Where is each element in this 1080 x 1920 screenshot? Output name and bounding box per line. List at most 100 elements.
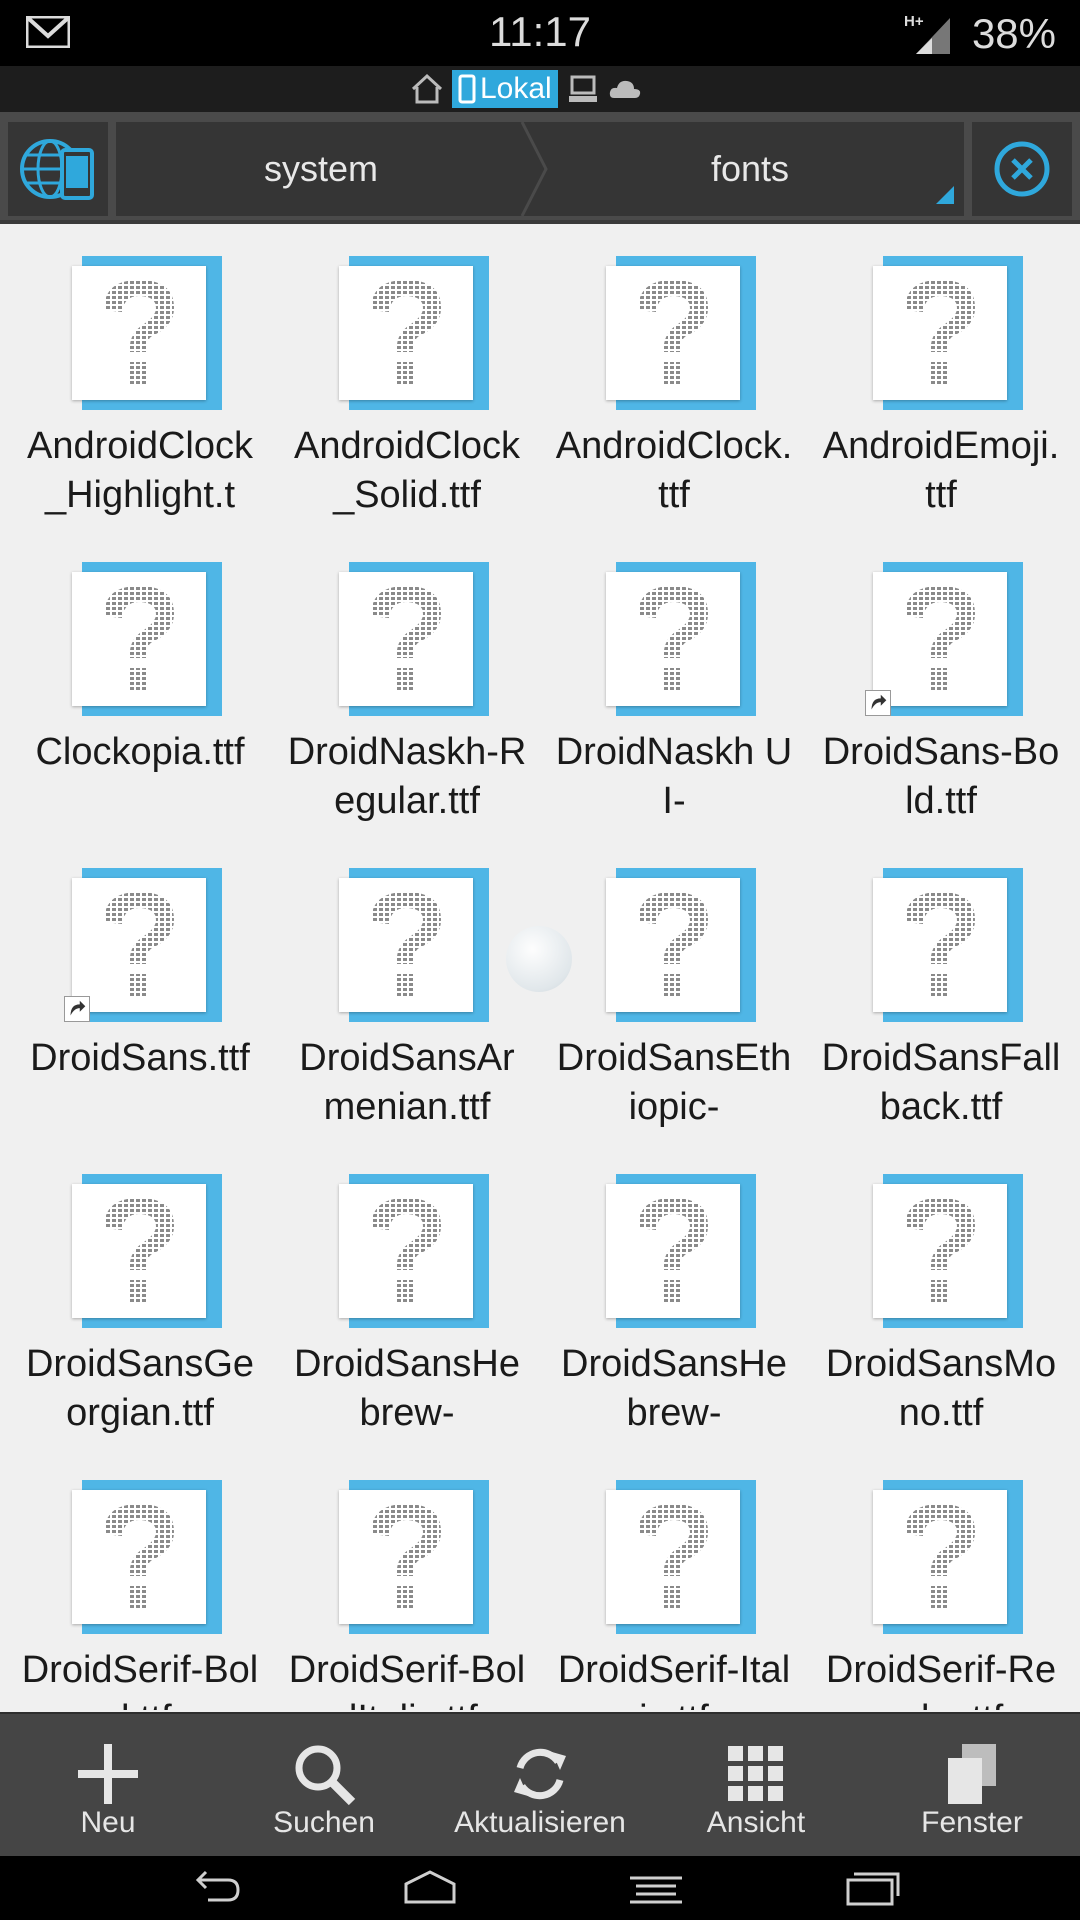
breadcrumb-system[interactable]: system bbox=[116, 122, 526, 216]
home-icon[interactable] bbox=[410, 72, 444, 106]
file-icon bbox=[606, 1480, 756, 1634]
file-item[interactable]: DroidNaskh UI- bbox=[540, 536, 807, 842]
file-item[interactable]: DroidSansHebrew- bbox=[273, 1148, 540, 1454]
grid-view-icon bbox=[728, 1746, 783, 1801]
file-icon-page bbox=[873, 1184, 1007, 1318]
question-mark-icon bbox=[905, 1198, 975, 1302]
file-name: DroidSansGeorgian.ttf bbox=[25, 1343, 255, 1434]
file-name: DroidSansFallback.ttf bbox=[821, 1037, 1061, 1128]
file-icon-page bbox=[873, 266, 1007, 400]
network-computer-icon[interactable] bbox=[566, 72, 600, 106]
recent-apps-icon[interactable] bbox=[842, 1866, 902, 1910]
file-name: DroidSans-Bold.ttf bbox=[822, 731, 1060, 822]
location-bar: Lokal bbox=[0, 66, 1080, 112]
question-mark-icon bbox=[104, 1198, 174, 1302]
file-name: DroidSans.ttf bbox=[30, 1037, 250, 1079]
file-icon bbox=[72, 562, 222, 716]
cloud-icon[interactable] bbox=[608, 72, 642, 106]
file-name: DroidSansEthiopic- bbox=[556, 1037, 792, 1128]
home-nav-icon[interactable] bbox=[400, 1866, 460, 1910]
file-icon bbox=[873, 562, 1023, 716]
scroll-indicator[interactable] bbox=[506, 926, 572, 992]
question-mark-icon bbox=[371, 1198, 441, 1302]
file-item[interactable]: DroidSans.ttf bbox=[6, 842, 273, 1148]
file-icon-page bbox=[339, 1490, 473, 1624]
file-item[interactable]: DroidNaskh-Regular.ttf bbox=[273, 536, 540, 842]
file-item[interactable]: DroidSans-Bold.ttf bbox=[807, 536, 1074, 842]
file-icon-page bbox=[606, 572, 740, 706]
file-icon-page bbox=[606, 1490, 740, 1624]
file-icon bbox=[72, 868, 222, 1022]
search-button[interactable]: Suchen bbox=[216, 1714, 432, 1858]
file-item[interactable]: DroidSerif-Regular.ttf bbox=[807, 1454, 1074, 1710]
globe-phone-icon bbox=[20, 139, 94, 200]
file-item[interactable]: DroidSerif-Italic.ttf bbox=[540, 1454, 807, 1710]
file-icon bbox=[339, 562, 489, 716]
file-item[interactable]: AndroidEmoji.ttf bbox=[807, 230, 1074, 536]
file-item[interactable]: DroidSerif-Bold.ttf bbox=[6, 1454, 273, 1710]
file-name: AndroidClock_Solid.ttf bbox=[294, 425, 520, 516]
file-icon-page bbox=[606, 1184, 740, 1318]
status-bar: 11:17 H+ 38% bbox=[0, 0, 1080, 66]
question-mark-icon bbox=[905, 280, 975, 384]
close-icon bbox=[994, 141, 1050, 197]
file-icon-page bbox=[873, 1490, 1007, 1624]
menu-icon[interactable] bbox=[626, 1866, 686, 1910]
file-name: DroidSansMono.ttf bbox=[825, 1343, 1057, 1434]
file-icon-page bbox=[339, 1184, 473, 1318]
file-icon bbox=[339, 1480, 489, 1634]
file-item[interactable]: DroidSansArmenian.ttf bbox=[273, 842, 540, 1148]
file-icon bbox=[873, 256, 1023, 410]
view-button[interactable]: Ansicht bbox=[648, 1714, 864, 1858]
question-mark-icon bbox=[905, 892, 975, 996]
question-mark-icon bbox=[905, 1504, 975, 1608]
file-item[interactable]: DroidSerif-BoldItalic.ttf bbox=[273, 1454, 540, 1710]
file-icon-page bbox=[339, 572, 473, 706]
file-item[interactable]: AndroidClock.ttf bbox=[540, 230, 807, 536]
windows-icon bbox=[948, 1744, 996, 1804]
question-mark-icon bbox=[638, 892, 708, 996]
question-mark-icon bbox=[638, 1504, 708, 1608]
new-button[interactable]: Neu bbox=[0, 1714, 216, 1858]
phone-icon bbox=[458, 74, 476, 104]
back-icon[interactable] bbox=[186, 1866, 246, 1910]
file-item[interactable]: Clockopia.ttf bbox=[6, 536, 273, 842]
file-item[interactable]: AndroidClock_Solid.ttf bbox=[273, 230, 540, 536]
new-label: Neu bbox=[80, 1806, 136, 1839]
view-label: Ansicht bbox=[706, 1806, 806, 1839]
breadcrumb: system fonts bbox=[116, 122, 964, 216]
refresh-label: Aktualisieren bbox=[454, 1806, 626, 1839]
file-item[interactable]: DroidSansFallback.ttf bbox=[807, 842, 1074, 1148]
location-lokal-label: Lokal bbox=[480, 72, 552, 105]
bottom-toolbar: Neu Suchen Aktualisieren Ansicht Fenster bbox=[0, 1712, 1080, 1856]
refresh-button[interactable]: Aktualisieren bbox=[432, 1714, 648, 1858]
file-icon-page bbox=[72, 878, 206, 1012]
dropdown-corner-icon[interactable] bbox=[936, 186, 954, 204]
file-icon-page bbox=[339, 266, 473, 400]
question-mark-icon bbox=[638, 280, 708, 384]
file-name: DroidSansArmenian.ttf bbox=[299, 1037, 515, 1128]
file-item[interactable]: DroidSansMono.ttf bbox=[807, 1148, 1074, 1454]
file-item[interactable]: DroidSansEthiopic- bbox=[540, 842, 807, 1148]
refresh-icon bbox=[514, 1748, 566, 1800]
question-mark-icon bbox=[104, 280, 174, 384]
close-tab-button[interactable] bbox=[972, 122, 1072, 216]
storage-switch-button[interactable] bbox=[8, 122, 108, 216]
windows-button[interactable]: Fenster bbox=[864, 1714, 1080, 1858]
file-item[interactable]: DroidSansGeorgian.ttf bbox=[6, 1148, 273, 1454]
file-icon bbox=[72, 1480, 222, 1634]
file-icon bbox=[339, 1174, 489, 1328]
breadcrumb-fonts[interactable]: fonts bbox=[536, 122, 964, 216]
path-bar: system fonts bbox=[0, 112, 1080, 224]
file-name: DroidSerif-Regular.ttf bbox=[825, 1649, 1057, 1710]
file-icon bbox=[873, 868, 1023, 1022]
question-mark-icon bbox=[104, 586, 174, 690]
location-lokal-tab[interactable]: Lokal bbox=[452, 70, 558, 108]
file-name: AndroidClock.ttf bbox=[555, 425, 793, 516]
file-icon-page bbox=[72, 1490, 206, 1624]
file-item[interactable]: AndroidClock_Highlight.t bbox=[6, 230, 273, 536]
file-item[interactable]: DroidSansHebrew- bbox=[540, 1148, 807, 1454]
plus-icon bbox=[78, 1744, 138, 1804]
battery-percent: 38% bbox=[971, 10, 1056, 57]
shortcut-arrow-icon bbox=[64, 996, 90, 1022]
